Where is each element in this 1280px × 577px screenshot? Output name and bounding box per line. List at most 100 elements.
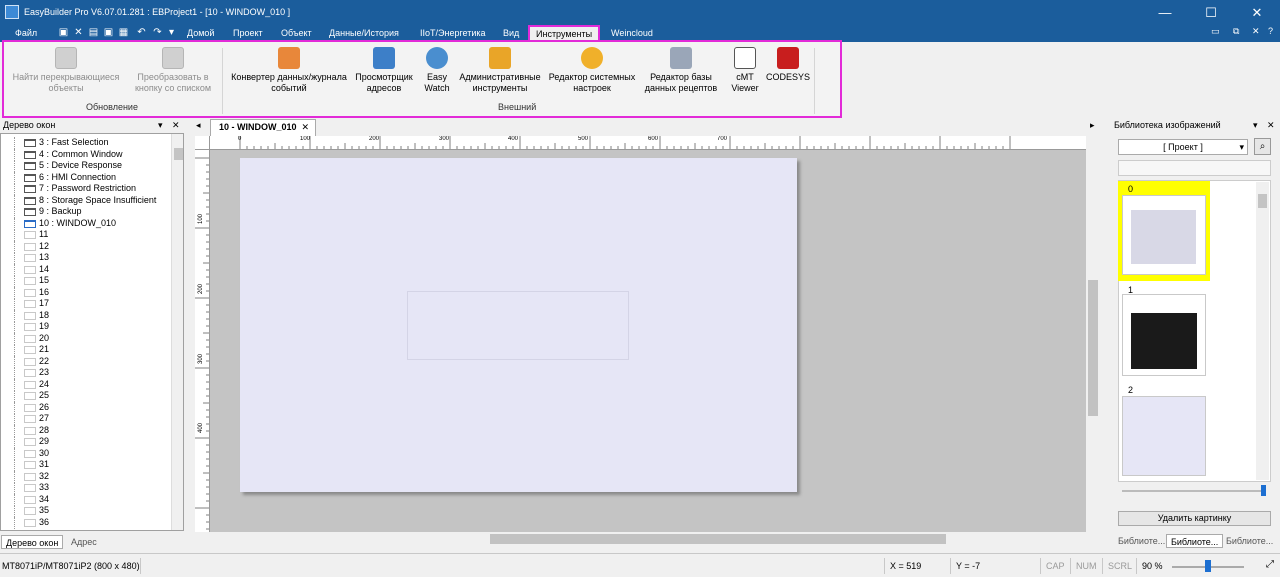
coord-x: X = 519 bbox=[884, 558, 950, 574]
tree-item[interactable]: 4 : Common Window bbox=[1, 148, 171, 161]
help-icon[interactable]: ? bbox=[1268, 26, 1273, 36]
delete-image-button[interactable]: Удалить картинку bbox=[1118, 511, 1271, 526]
convert-to-combo-button[interactable]: Преобразовать в кнопку со списком bbox=[128, 47, 218, 94]
library-filter-field[interactable] bbox=[1118, 160, 1271, 176]
tree-item[interactable]: 27 bbox=[1, 413, 171, 425]
tree-item[interactable]: 25 bbox=[1, 390, 171, 402]
mdi-maximize-icon[interactable]: ⧉ bbox=[1233, 26, 1239, 37]
tab-library-3[interactable]: Библиоте... bbox=[1222, 534, 1277, 548]
scroll-thumb[interactable] bbox=[1258, 194, 1267, 208]
tab-address[interactable]: Адрес bbox=[67, 535, 101, 549]
tree-item[interactable]: 33 bbox=[1, 482, 171, 494]
tree-item[interactable]: 24 bbox=[1, 378, 171, 391]
tree-line bbox=[14, 447, 15, 460]
admin-tools-icon bbox=[489, 47, 511, 69]
tree-item[interactable]: 13 bbox=[1, 252, 171, 264]
save-icon[interactable]: ▣ bbox=[58, 27, 69, 38]
project-dropdown[interactable]: [ Проект ] ▾ bbox=[1118, 139, 1248, 155]
tree-item[interactable]: 6 : HMI Connection bbox=[1, 171, 171, 184]
mdi-restore-icon[interactable]: ▭ bbox=[1211, 26, 1220, 37]
tree-item[interactable]: 20 bbox=[1, 332, 171, 345]
tree-item[interactable]: 18 bbox=[1, 309, 171, 322]
canvas-hscrollbar[interactable] bbox=[210, 532, 1086, 546]
tab-scroll-left-icon[interactable]: ◂ bbox=[196, 120, 201, 131]
tree-item[interactable]: 10 : WINDOW_010 bbox=[1, 217, 171, 230]
tree-line bbox=[14, 516, 15, 529]
tree-item[interactable]: 32 bbox=[1, 470, 171, 483]
close-button[interactable]: ✕ bbox=[1234, 0, 1280, 25]
codesys-button[interactable]: CODESYS bbox=[766, 47, 810, 83]
tree-item[interactable]: 23 bbox=[1, 367, 171, 379]
system-settings-editor-button[interactable]: Редактор системных настроек bbox=[546, 47, 638, 94]
image-thumb-1[interactable] bbox=[1122, 294, 1206, 376]
slider-handle[interactable] bbox=[1261, 485, 1266, 496]
tree-line bbox=[14, 378, 15, 391]
scroll-thumb[interactable] bbox=[174, 148, 183, 160]
image-thumb-2[interactable] bbox=[1122, 396, 1206, 476]
redo-icon[interactable]: ↷ bbox=[152, 27, 163, 38]
tree-item[interactable]: 12 bbox=[1, 240, 171, 253]
tree-scrollbar[interactable] bbox=[171, 134, 183, 530]
tree-item[interactable]: 8 : Storage Space Insufficient bbox=[1, 194, 171, 207]
status-bar: MT8071iP/MT8071iP2 (800 x 480) X = 519 Y… bbox=[0, 553, 1280, 577]
panel-dropdown-icon[interactable]: ▾ bbox=[158, 118, 163, 132]
tree-item[interactable]: 36 bbox=[1, 516, 171, 529]
panel-close-icon[interactable]: ✕ bbox=[1267, 118, 1275, 132]
placeholder-object[interactable] bbox=[407, 291, 629, 360]
tree-item[interactable]: 7 : Password Restriction bbox=[1, 183, 171, 195]
ruler-label: 400 bbox=[508, 136, 519, 142]
tree-item[interactable]: 21 bbox=[1, 344, 171, 356]
find-overlapping-button[interactable]: Найти перекрывающиеся объекты bbox=[6, 47, 126, 94]
canvas-vscrollbar[interactable] bbox=[1086, 150, 1100, 532]
thumb-size-slider[interactable] bbox=[1122, 490, 1266, 492]
tree-item[interactable]: 16 bbox=[1, 286, 171, 299]
tree-item[interactable]: 26 bbox=[1, 401, 171, 414]
image-thumb-0[interactable] bbox=[1122, 195, 1206, 275]
cmt-viewer-button[interactable]: cMT Viewer bbox=[726, 47, 764, 94]
tree-item[interactable]: 3 : Fast Selection bbox=[1, 137, 171, 149]
tree-item[interactable]: 35 bbox=[1, 505, 171, 517]
tab-scroll-right-icon[interactable]: ▸ bbox=[1090, 120, 1095, 131]
tab-library-2[interactable]: Библиоте... bbox=[1166, 534, 1224, 548]
recipe-db-editor-button[interactable]: Редактор базы данных рецептов bbox=[642, 47, 720, 94]
tree-item[interactable]: 5 : Device Response bbox=[1, 160, 171, 172]
paste-icon[interactable]: ▦ bbox=[118, 27, 129, 38]
tree-item[interactable]: 17 bbox=[1, 298, 171, 310]
maximize-button[interactable]: ☐ bbox=[1188, 0, 1234, 25]
tree-item[interactable]: 11 bbox=[1, 229, 171, 241]
tab-window-tree[interactable]: Дерево окон bbox=[1, 535, 64, 549]
tree-item[interactable]: 14 bbox=[1, 263, 171, 276]
minimize-button[interactable]: — bbox=[1142, 0, 1188, 25]
panel-dropdown-icon[interactable]: ▾ bbox=[1253, 118, 1258, 132]
tree-item[interactable]: 22 bbox=[1, 355, 171, 368]
zoom-slider-handle[interactable] bbox=[1205, 560, 1211, 572]
admin-tools-button[interactable]: Административные инструменты bbox=[456, 47, 544, 94]
quick-access-dropdown-icon[interactable]: ▾ bbox=[166, 27, 177, 38]
easy-watch-button[interactable]: Easy Watch bbox=[420, 47, 454, 94]
tree-item[interactable]: 34 bbox=[1, 493, 171, 506]
window-icon[interactable]: ▤ bbox=[88, 27, 99, 38]
search-icon[interactable]: ⌕ bbox=[1254, 138, 1271, 155]
screen-icon[interactable]: ▣ bbox=[103, 27, 114, 38]
tree-item[interactable]: 30 bbox=[1, 447, 171, 460]
tree-item[interactable]: 9 : Backup bbox=[1, 206, 171, 218]
tab-library-1[interactable]: Библиоте... bbox=[1114, 534, 1169, 548]
tree-item[interactable]: 31 bbox=[1, 459, 171, 471]
address-viewer-button[interactable]: Просмотрщик адресов bbox=[350, 47, 418, 94]
tab-close-icon[interactable]: ✕ bbox=[301, 120, 309, 135]
tree-item[interactable]: 19 bbox=[1, 321, 171, 333]
image-list-scrollbar[interactable] bbox=[1256, 182, 1269, 480]
tree-item[interactable]: 15 bbox=[1, 275, 171, 287]
window-icon bbox=[24, 323, 36, 331]
data-converter-button[interactable]: Конвертер данных/журнала событий bbox=[226, 47, 352, 94]
mdi-close-icon[interactable]: ✕ bbox=[1252, 26, 1260, 37]
hscroll-thumb[interactable] bbox=[490, 534, 946, 544]
fit-to-window-icon[interactable]: ⤢ bbox=[1266, 559, 1274, 570]
tab-window-010[interactable]: 10 - WINDOW_010 ✕ bbox=[210, 119, 316, 136]
panel-close-icon[interactable]: ✕ bbox=[172, 118, 180, 132]
tree-item[interactable]: 29 bbox=[1, 436, 171, 448]
tree-item[interactable]: 28 bbox=[1, 424, 171, 437]
tools-icon[interactable]: ✕ bbox=[73, 27, 84, 38]
vscroll-thumb[interactable] bbox=[1088, 280, 1098, 416]
undo-icon[interactable]: ↶ bbox=[136, 27, 147, 38]
